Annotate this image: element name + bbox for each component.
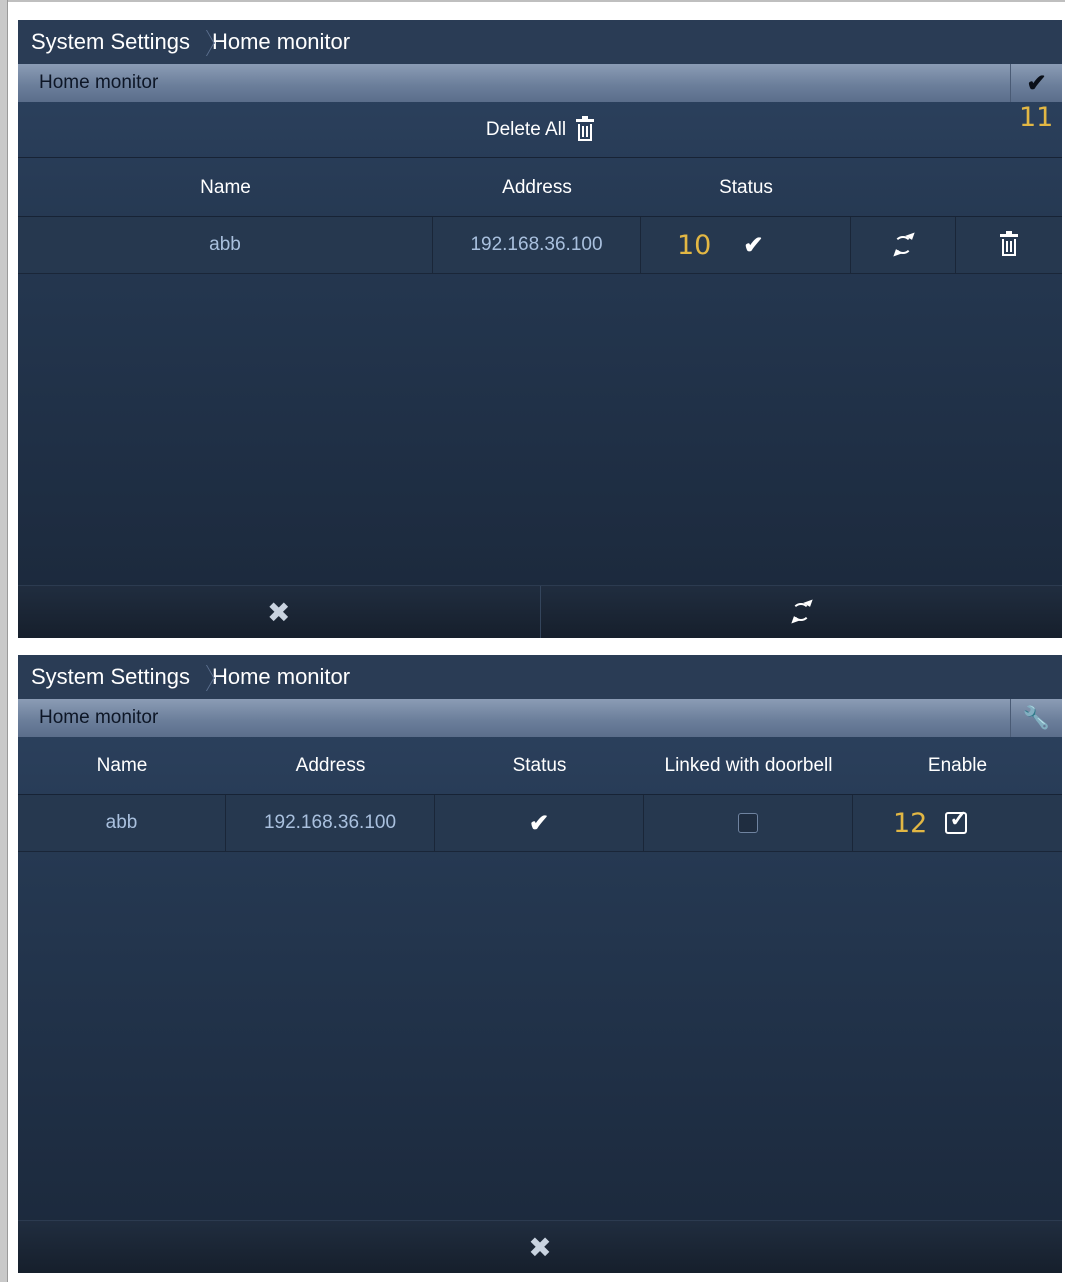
row-name: abb <box>18 217 433 273</box>
settings-button[interactable]: 🔧 <box>1010 699 1062 737</box>
breadcrumb-home-monitor: Home monitor <box>211 664 351 689</box>
table-row[interactable]: abb 192.168.36.100 ✔ 12 ✓ <box>18 795 1062 852</box>
close-icon: ✖ <box>528 1231 552 1263</box>
column-header-status: Status <box>719 176 773 198</box>
column-header-linked-with-doorbell: Linked with doorbell <box>664 754 833 776</box>
close-icon: ✖ <box>267 596 291 628</box>
breadcrumb-system-settings[interactable]: System Settings <box>18 664 190 690</box>
column-header-enable: Enable <box>927 754 988 776</box>
refresh-icon <box>789 599 815 624</box>
section-title-bar: Home monitor 🔧 <box>18 699 1062 737</box>
home-monitor-panel-view: System Settings Home monitor Home monito… <box>18 655 1062 1273</box>
column-header-name: Name <box>200 176 251 198</box>
breadcrumb: System Settings Home monitor <box>18 20 1062 64</box>
breadcrumb-system-settings[interactable]: System Settings <box>18 29 190 55</box>
row-address: 192.168.36.100 <box>433 217 641 273</box>
trash-icon <box>576 115 595 141</box>
delete-all-label: Delete All <box>485 118 567 140</box>
cancel-button[interactable]: ✖ <box>18 1221 1062 1273</box>
checkmark-icon: ✔ <box>528 809 550 837</box>
table-row[interactable]: abb 192.168.36.100 10 ✔ <box>18 217 1062 274</box>
linked-with-doorbell-checkbox[interactable] <box>738 813 758 833</box>
row-refresh-button[interactable] <box>851 217 956 273</box>
wrench-icon: 🔧 <box>1022 705 1051 730</box>
column-header-address: Address <box>502 176 572 198</box>
breadcrumb-separator <box>196 662 210 692</box>
row-delete-button[interactable] <box>956 217 1062 273</box>
confirm-button[interactable]: ✔ <box>1010 64 1062 102</box>
frame-top-border <box>0 0 1065 2</box>
section-title: Home monitor <box>39 72 159 93</box>
frame-left-border <box>0 0 8 1282</box>
trash-icon <box>1000 231 1018 256</box>
checkmark-icon: ✔ <box>1026 69 1047 97</box>
breadcrumb: System Settings Home monitor <box>18 655 1062 699</box>
row-status: 10 ✔ <box>641 217 851 273</box>
annotation-label-10: 10 <box>677 229 712 261</box>
cancel-button[interactable]: ✖ <box>18 586 540 638</box>
refresh-icon <box>891 232 917 257</box>
breadcrumb-separator <box>196 27 210 57</box>
enable-checkbox[interactable]: ✓ <box>945 806 968 834</box>
delete-all-button[interactable]: Delete All <box>18 102 1062 158</box>
row-name: abb <box>18 795 226 851</box>
row-enable: 12 ✓ <box>853 795 1062 851</box>
column-header-status: Status <box>512 754 567 776</box>
column-header-address: Address <box>295 754 366 776</box>
home-monitor-panel-edit: System Settings Home monitor Home monito… <box>18 20 1062 638</box>
row-linked-with-doorbell <box>644 795 853 851</box>
section-title-bar: Home monitor ✔ <box>18 64 1062 102</box>
bottom-action-bar: ✖ <box>18 1220 1062 1273</box>
annotation-label-12: 12 <box>893 807 928 839</box>
checkmark-icon: ✔ <box>743 231 764 259</box>
refresh-all-button[interactable] <box>541 586 1063 638</box>
bottom-action-bar: ✖ <box>18 585 1062 638</box>
section-title: Home monitor <box>39 707 159 728</box>
table-header: Name Address Status <box>18 159 1062 217</box>
breadcrumb-home-monitor: Home monitor <box>211 29 351 54</box>
column-header-name: Name <box>96 754 148 776</box>
row-status: ✔ <box>435 795 644 851</box>
table-header: Name Address Status Linked with doorbell… <box>18 737 1062 795</box>
row-address: 192.168.36.100 <box>226 795 435 851</box>
